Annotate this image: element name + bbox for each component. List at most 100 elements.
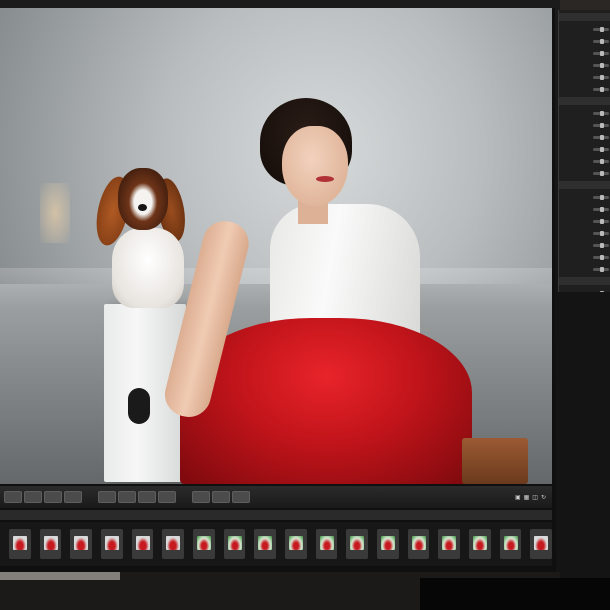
toolbar-button[interactable]	[158, 491, 176, 503]
thumbnail-image	[12, 536, 27, 550]
filmstrip-thumbnail[interactable]	[70, 529, 93, 559]
thumbnail-image	[380, 536, 395, 550]
desk-shadow	[420, 578, 610, 610]
panel-row	[561, 264, 609, 274]
panel-slider[interactable]	[593, 134, 609, 140]
thumbnail-image	[196, 536, 211, 550]
panel-row	[561, 144, 609, 154]
toolbar-button[interactable]	[4, 491, 22, 503]
filmstrip-thumbnail[interactable]	[407, 529, 430, 559]
panel-slider[interactable]	[593, 254, 609, 260]
filmstrip-thumbnail[interactable]	[346, 529, 369, 559]
panel-section-header[interactable]	[559, 181, 610, 189]
panel-section-header[interactable]	[559, 13, 610, 21]
filmstrip-thumbnail[interactable]	[315, 529, 338, 559]
filmstrip-thumbnail[interactable]	[193, 529, 215, 559]
thumbnail-image	[442, 536, 457, 550]
filmstrip-thumbnail[interactable]	[530, 529, 553, 559]
panel-slider[interactable]	[593, 218, 609, 224]
toolbar-button[interactable]	[192, 491, 210, 503]
panel-slider[interactable]	[593, 194, 609, 200]
toolbar-view-controls: ▣ ▦ ◫ ↻	[512, 494, 546, 501]
panel-slider[interactable]	[593, 230, 609, 236]
dog-nose	[138, 204, 147, 211]
filmstrip-thumbnail[interactable]	[131, 529, 154, 559]
thumbnail-image	[166, 536, 181, 550]
panel-row	[561, 120, 609, 130]
filmstrip-header	[0, 510, 552, 520]
filmstrip-thumbnail[interactable]	[469, 529, 491, 559]
panel-slider[interactable]	[593, 158, 609, 164]
filmstrip-thumbnail[interactable]	[162, 529, 185, 559]
panel-slider[interactable]	[593, 62, 609, 68]
panel-row	[561, 192, 609, 202]
filmstrip-thumbnail[interactable]	[499, 529, 522, 559]
panel-slider[interactable]	[593, 122, 609, 128]
panel-slider[interactable]	[593, 38, 609, 44]
panel-section-header[interactable]	[559, 97, 610, 105]
light-flare	[40, 183, 70, 243]
thumbnail-image	[503, 536, 518, 550]
filmstrip-thumbnail[interactable]	[438, 529, 461, 559]
photo-viewer[interactable]	[0, 8, 552, 484]
panel-row	[561, 216, 609, 226]
panel-slider[interactable]	[593, 110, 609, 116]
panel-row	[561, 240, 609, 250]
filmstrip-thumbnail[interactable]	[223, 529, 246, 559]
panel-row	[561, 132, 609, 142]
filmstrip-thumbnail[interactable]	[377, 529, 399, 559]
filmstrip-thumbnail[interactable]	[254, 529, 277, 559]
thumbnail-image	[104, 536, 119, 550]
filmstrip	[0, 522, 553, 566]
panel-slider[interactable]	[593, 86, 609, 92]
zoom-icon[interactable]: ▣	[515, 494, 521, 501]
filmstrip-thumbnail[interactable]	[285, 529, 307, 559]
thumbnail-image	[472, 536, 487, 550]
thumbnail-image	[74, 536, 89, 550]
panel-slider[interactable]	[593, 170, 609, 176]
grid-icon[interactable]: ▦	[524, 494, 530, 501]
screen: ▣ ▦ ◫ ↻	[0, 8, 555, 578]
filmstrip-thumbnail[interactable]	[39, 529, 62, 559]
panel-row	[561, 84, 609, 94]
toolbar-button[interactable]	[64, 491, 82, 503]
desk-reflection	[0, 572, 120, 580]
thumbnail-image	[227, 536, 242, 550]
panel-slider[interactable]	[593, 266, 609, 272]
panel-row	[561, 72, 609, 82]
panel-slider[interactable]	[593, 26, 609, 32]
toolbar-button[interactable]	[212, 491, 230, 503]
panel-slider[interactable]	[593, 146, 609, 152]
fit-icon[interactable]: ◫	[532, 494, 538, 501]
panel-slider[interactable]	[593, 242, 609, 248]
panel-row	[561, 24, 609, 34]
toolbar-right-group	[192, 491, 252, 503]
thumbnail-image	[411, 536, 426, 550]
background-wall	[556, 292, 610, 610]
thumbnail-image	[135, 536, 150, 550]
toolbar-button[interactable]	[138, 491, 156, 503]
viewer-toolbar: ▣ ▦ ◫ ↻	[0, 486, 552, 508]
thumbnail-image	[43, 536, 58, 550]
toolbar-button[interactable]	[44, 491, 62, 503]
panel-slider[interactable]	[593, 74, 609, 80]
thumbnail-image	[258, 536, 273, 550]
panel-slider[interactable]	[593, 206, 609, 212]
filmstrip-thumbnail[interactable]	[101, 529, 123, 559]
toolbar-button[interactable]	[98, 491, 116, 503]
panel-row	[561, 168, 609, 178]
panel-slider[interactable]	[593, 50, 609, 56]
thumbnail-image	[350, 536, 365, 550]
filmstrip-thumbnail[interactable]	[9, 529, 31, 559]
rotate-icon[interactable]: ↻	[541, 494, 546, 501]
panel-row	[561, 60, 609, 70]
woman-lips	[316, 176, 334, 182]
toolbar-button[interactable]	[24, 491, 42, 503]
thumbnail-image	[288, 536, 303, 550]
toolbar-button[interactable]	[118, 491, 136, 503]
panel-row	[561, 252, 609, 262]
panel-row	[561, 204, 609, 214]
toolbar-button[interactable]	[232, 491, 250, 503]
panel-section-header[interactable]	[559, 277, 610, 285]
panel-row	[561, 36, 609, 46]
